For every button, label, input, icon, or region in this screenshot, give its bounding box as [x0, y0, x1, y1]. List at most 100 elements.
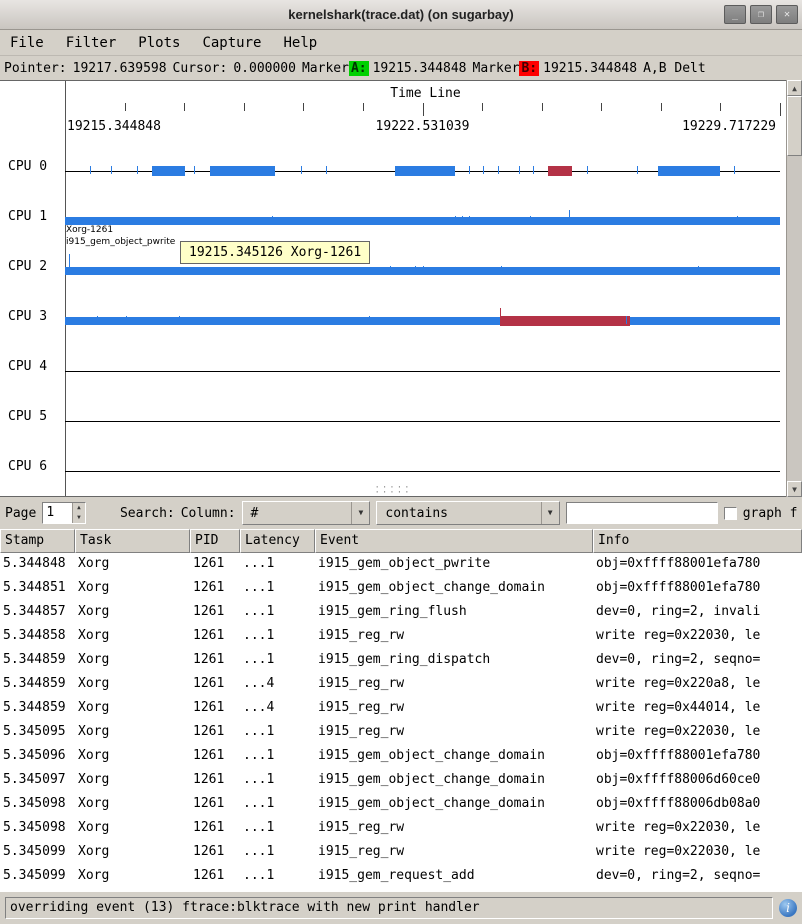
event-tick[interactable] [111, 166, 112, 174]
task-bar[interactable] [500, 316, 630, 326]
event-tick[interactable] [469, 216, 470, 224]
task-bar[interactable] [210, 166, 275, 176]
event-tick[interactable] [637, 166, 638, 174]
column-header-task[interactable]: Task [75, 529, 190, 553]
table-row[interactable]: 5.345098Xorg1261...1i915_gem_object_chan… [0, 793, 802, 817]
column-header-info[interactable]: Info [593, 529, 802, 553]
table-cell: i915_gem_request_add [315, 865, 593, 889]
event-tick[interactable] [272, 216, 273, 224]
event-tick[interactable] [501, 266, 502, 274]
cpu-plot-0[interactable] [65, 136, 780, 186]
table-row[interactable]: 5.344859Xorg1261...1i915_gem_ring_dispat… [0, 649, 802, 673]
event-tick[interactable] [519, 166, 520, 174]
event-tick[interactable] [626, 316, 627, 324]
event-tick[interactable] [569, 210, 570, 224]
menu-capture[interactable]: Capture [200, 33, 263, 53]
table-cell: 1261 [190, 841, 240, 865]
menu-filter[interactable]: Filter [64, 33, 119, 53]
column-header-latency[interactable]: Latency [240, 529, 315, 553]
close-icon[interactable]: ✕ [776, 5, 798, 24]
event-tick[interactable] [455, 216, 456, 224]
page-value[interactable]: 1 [43, 503, 72, 523]
event-tick[interactable] [462, 216, 463, 224]
table-row[interactable]: 5.345095Xorg1261...1i915_reg_rwwrite reg… [0, 721, 802, 745]
table-row[interactable]: 5.345099Xorg1261...1i915_reg_rwwrite reg… [0, 841, 802, 865]
event-tick[interactable] [423, 266, 424, 274]
event-tick[interactable] [369, 316, 370, 324]
event-tick[interactable] [326, 166, 327, 174]
event-tick[interactable] [737, 216, 738, 224]
cpu-plot-5[interactable] [65, 386, 780, 436]
table-row[interactable]: 5.344848Xorg1261...1i915_gem_object_pwri… [0, 553, 802, 577]
match-select[interactable]: contains ▼ [376, 501, 559, 525]
marker-b-badge[interactable]: B: [519, 61, 539, 76]
column-header-stamp[interactable]: Stamp [0, 529, 75, 553]
task-bar[interactable] [395, 166, 454, 176]
task-bar[interactable] [658, 166, 720, 176]
info-icon[interactable]: i [779, 899, 797, 917]
search-input[interactable] [566, 502, 718, 524]
event-tick[interactable] [587, 166, 588, 174]
table-row[interactable]: 5.345098Xorg1261...1i915_reg_rwwrite reg… [0, 817, 802, 841]
event-tick[interactable] [530, 216, 531, 224]
event-tick[interactable] [137, 166, 138, 174]
chevron-down-icon[interactable]: ▼ [351, 502, 369, 524]
table-row[interactable]: 5.344858Xorg1261...1i915_reg_rwwrite reg… [0, 625, 802, 649]
table-row[interactable]: 5.345099Xorg1261...1i915_gem_request_add… [0, 865, 802, 889]
event-tick[interactable] [97, 316, 98, 324]
event-tick[interactable] [301, 166, 302, 174]
task-bar[interactable] [152, 166, 185, 176]
menu-file[interactable]: File [8, 33, 46, 53]
table-row[interactable]: 5.344857Xorg1261...1i915_gem_ring_flushd… [0, 601, 802, 625]
table-row[interactable]: 5.344851Xorg1261...1i915_gem_object_chan… [0, 577, 802, 601]
spin-up-icon[interactable]: ▲ [73, 503, 85, 513]
event-tick[interactable] [126, 316, 127, 324]
column-header-pid[interactable]: PID [190, 529, 240, 553]
column-header-event[interactable]: Event [315, 529, 593, 553]
event-tick[interactable] [533, 166, 534, 174]
graph-scrollbar[interactable]: ▲ ▼ [786, 80, 802, 497]
event-tick[interactable] [498, 166, 499, 174]
marker-a-badge[interactable]: A: [349, 61, 369, 76]
page-spinner[interactable]: 1 ▲ ▼ [42, 502, 86, 524]
event-tick[interactable] [179, 316, 180, 324]
event-tick[interactable] [69, 254, 70, 274]
scrollbar-thumb[interactable] [787, 96, 802, 156]
table-row[interactable]: 5.345096Xorg1261...1i915_gem_object_chan… [0, 745, 802, 769]
table-cell: ...1 [240, 625, 315, 649]
pane-resize-handle[interactable]: ·········· [374, 486, 411, 496]
menu-plots[interactable]: Plots [136, 33, 182, 53]
event-tick[interactable] [415, 266, 416, 274]
spin-down-icon[interactable]: ▼ [73, 513, 85, 523]
marker-a-value: 19215.344848 [373, 61, 467, 76]
table-cell: 5.345098 [0, 793, 75, 817]
cpu-plot-6[interactable] [65, 436, 780, 486]
scroll-down-icon[interactable]: ▼ [787, 481, 802, 497]
cpu-plot-3[interactable] [65, 286, 780, 336]
scrollbar-track[interactable] [787, 96, 802, 481]
table-row[interactable]: 5.345097Xorg1261...1i915_gem_object_chan… [0, 769, 802, 793]
event-tick[interactable] [500, 308, 501, 324]
cpu-plot-4[interactable] [65, 336, 780, 386]
event-tick[interactable] [390, 266, 391, 274]
chevron-down-icon[interactable]: ▼ [541, 502, 559, 524]
table-row[interactable]: 5.344859Xorg1261...4i915_reg_rwwrite reg… [0, 697, 802, 721]
event-tick[interactable] [734, 166, 735, 174]
minimize-icon[interactable]: _ [724, 5, 746, 24]
column-select[interactable]: # ▼ [242, 501, 371, 525]
menu-help[interactable]: Help [281, 33, 319, 53]
task-bar[interactable] [548, 166, 572, 176]
maximize-icon[interactable]: ❐ [750, 5, 772, 24]
event-tick[interactable] [90, 166, 91, 174]
scroll-up-icon[interactable]: ▲ [787, 80, 802, 96]
cpu-plot-1[interactable] [65, 186, 780, 236]
spinner-arrows[interactable]: ▲ ▼ [72, 503, 85, 523]
table-row[interactable]: 5.344859Xorg1261...4i915_reg_rwwrite reg… [0, 673, 802, 697]
event-tick[interactable] [698, 266, 699, 274]
timeline-canvas[interactable]: Time Line 19215.344848 19222.531039 1922… [0, 80, 786, 497]
graph-follow-checkbox[interactable] [724, 507, 737, 520]
event-tick[interactable] [483, 166, 484, 174]
event-tick[interactable] [194, 166, 195, 174]
event-tick[interactable] [469, 166, 470, 174]
cpu-label: CPU 1 [8, 209, 63, 224]
